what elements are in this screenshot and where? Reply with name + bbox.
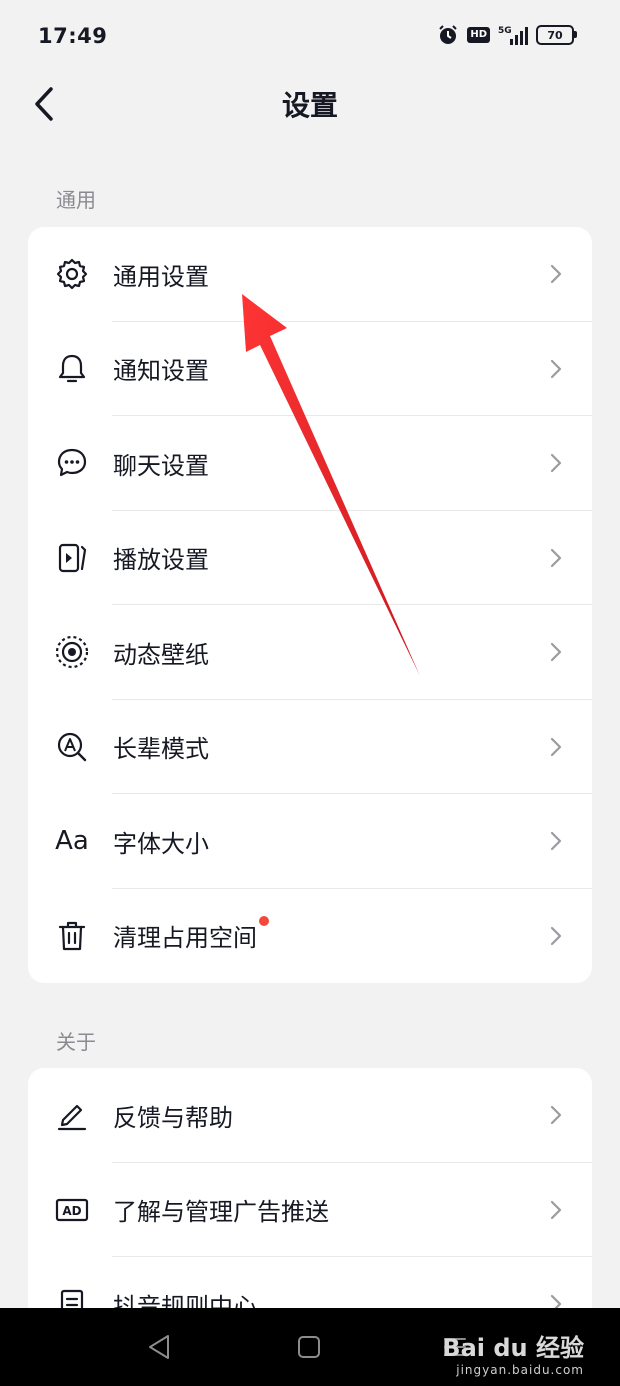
- settings-item-label-text: 清理占用空间: [113, 924, 257, 953]
- settings-item-playback[interactable]: 播放设置: [28, 511, 592, 605]
- watermark-url: jingyan.baidu.com: [456, 1363, 584, 1377]
- settings-item-label: 聊天设置: [113, 451, 209, 480]
- font-size-icon-text: Aa: [55, 826, 89, 857]
- chevron-right-icon: [550, 832, 562, 851]
- elder-mode-icon: [54, 729, 90, 765]
- nav-home-icon[interactable]: [296, 1332, 322, 1362]
- live-wallpaper-icon: [54, 634, 90, 670]
- chevron-right-icon: [550, 265, 562, 284]
- settings-item-label: 播放设置: [113, 546, 209, 575]
- chevron-right-icon: [550, 737, 562, 756]
- settings-item-elder-mode[interactable]: 长辈模式: [28, 700, 592, 794]
- chevron-right-icon: [550, 1295, 562, 1308]
- status-time: 17:49: [38, 24, 108, 48]
- settings-item-rules-center[interactable]: 抖音规则中心: [28, 1257, 592, 1308]
- status-icons: HD 5G 70: [437, 24, 577, 46]
- page-title: 设置: [281, 89, 338, 122]
- baidu-jingyan-watermark: Bai du 经验 jingyan.baidu.com: [442, 1328, 584, 1377]
- battery-indicator: 70: [536, 25, 577, 45]
- settings-item-chat[interactable]: 聊天设置: [28, 416, 592, 511]
- settings-item-notifications[interactable]: 通知设置: [28, 322, 592, 416]
- bell-icon: [54, 351, 90, 387]
- settings-item-label: 清理占用空间: [113, 916, 269, 953]
- settings-item-label: 动态壁纸: [113, 640, 209, 669]
- chevron-right-icon: [550, 926, 562, 945]
- settings-item-label: 通用设置: [113, 262, 209, 291]
- settings-item-general[interactable]: 通用设置: [28, 227, 592, 322]
- about-card: 反馈与帮助 AD 了解与管理广告推送 抖音规则中心: [28, 1068, 592, 1308]
- settings-item-ad-management[interactable]: AD 了解与管理广告推送: [28, 1163, 592, 1257]
- chevron-right-icon: [550, 643, 562, 662]
- chevron-right-icon: [550, 1200, 562, 1219]
- svg-text:5G: 5G: [498, 26, 512, 36]
- chevron-right-icon: [550, 359, 562, 378]
- header: 设置: [0, 76, 620, 136]
- section-label-general: 通用: [56, 188, 96, 212]
- ad-icon: AD: [54, 1192, 90, 1228]
- section-label-about: 关于: [56, 1030, 96, 1054]
- settings-item-label: 长辈模式: [113, 735, 209, 764]
- settings-item-label: 了解与管理广告推送: [113, 1198, 329, 1227]
- font-size-icon: Aa: [54, 823, 90, 859]
- chevron-right-icon: [550, 1106, 562, 1125]
- general-settings-card: 通用设置 通知设置 聊天设置 播放设置 动态壁纸 长辈模式 Aa 字体大小 清理…: [28, 227, 592, 983]
- chevron-right-icon: [550, 454, 562, 473]
- status-bar: 17:49 HD 5G 70: [0, 0, 620, 76]
- alarm-icon: [439, 25, 458, 44]
- play-settings-icon: [54, 540, 90, 576]
- settings-item-clear-storage[interactable]: 清理占用空间: [28, 889, 592, 984]
- settings-item-feedback[interactable]: 反馈与帮助: [28, 1068, 592, 1163]
- gear-icon: [54, 256, 90, 292]
- hd-badge: HD: [467, 27, 490, 43]
- edit-icon: [54, 1097, 90, 1133]
- watermark-brand: Bai du 经验: [442, 1334, 584, 1362]
- signal-icon: 5G: [498, 26, 528, 45]
- system-navigation-bar: Bai du 经验 jingyan.baidu.com: [0, 1308, 620, 1386]
- settings-item-label: 反馈与帮助: [113, 1103, 233, 1132]
- settings-item-font-size[interactable]: Aa 字体大小: [28, 794, 592, 889]
- document-icon: [54, 1286, 90, 1308]
- trash-icon: [54, 918, 90, 954]
- notification-dot: [259, 916, 269, 927]
- settings-item-live-wallpaper[interactable]: 动态壁纸: [28, 605, 592, 700]
- settings-item-label: 通知设置: [113, 357, 209, 386]
- settings-item-label: 字体大小: [113, 829, 209, 858]
- chat-bubble-icon: [54, 445, 90, 481]
- settings-item-label: 抖音规则中心: [113, 1292, 257, 1308]
- chevron-right-icon: [550, 548, 562, 567]
- ad-icon-text: AD: [62, 1204, 81, 1218]
- nav-back-icon[interactable]: [146, 1332, 172, 1362]
